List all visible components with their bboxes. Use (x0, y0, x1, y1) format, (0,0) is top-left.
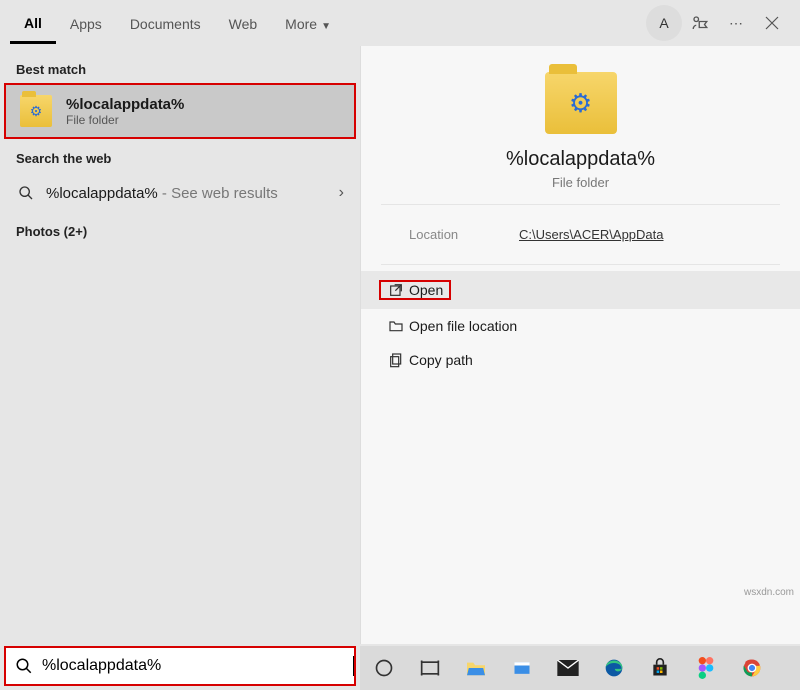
search-icon (6, 657, 42, 675)
tab-apps[interactable]: Apps (56, 4, 116, 42)
taskview-icon[interactable] (416, 654, 444, 682)
action-open[interactable]: Open (361, 271, 800, 309)
results-panel: Best match ⚙ %localappdata% File folder … (0, 46, 360, 644)
photos-label: Photos (2+) (0, 214, 360, 245)
action-open-label: Open (409, 282, 443, 298)
chevron-right-icon: › (339, 184, 344, 202)
best-match-label: Best match (0, 52, 360, 83)
search-box[interactable] (4, 646, 356, 686)
preview-title: %localappdata% (381, 148, 780, 171)
tab-web[interactable]: Web (215, 4, 272, 42)
best-match-subtitle: File folder (66, 113, 184, 127)
copy-icon (383, 352, 409, 368)
folder-settings-icon: ⚙ (20, 95, 52, 127)
mail-icon[interactable] (554, 654, 582, 682)
preview-subtitle: File folder (381, 175, 780, 190)
location-value[interactable]: C:\Users\ACER\AppData (519, 227, 664, 242)
location-label: Location (409, 227, 519, 242)
open-icon (383, 282, 409, 298)
web-result-item[interactable]: %localappdata% - See web results › (0, 172, 360, 214)
chrome-icon[interactable] (738, 654, 766, 682)
search-input[interactable] (42, 657, 355, 675)
tab-all[interactable]: All (10, 3, 56, 44)
web-term: %localappdata% (46, 185, 158, 202)
action-open-location-label: Open file location (409, 318, 517, 334)
watermark: wsxdn.com (744, 587, 794, 598)
preview-panel: ⚙ %localappdata% File folder Location C:… (360, 46, 800, 644)
tab-documents[interactable]: Documents (116, 4, 215, 42)
search-web-label: Search the web (0, 141, 360, 172)
close-icon[interactable] (754, 5, 790, 41)
file-explorer-icon[interactable] (462, 654, 490, 682)
best-match-item[interactable]: ⚙ %localappdata% File folder (4, 83, 356, 139)
feedback-icon[interactable] (682, 5, 718, 41)
folder-settings-icon: ⚙ (545, 72, 617, 134)
edge-icon[interactable] (600, 654, 628, 682)
search-tabs: All Apps Documents Web More▼ A ⋯ (0, 0, 800, 46)
cortana-icon[interactable] (370, 654, 398, 682)
chevron-down-icon: ▼ (321, 21, 331, 32)
action-copy-path-label: Copy path (409, 352, 473, 368)
figma-icon[interactable] (692, 654, 720, 682)
web-suffix: - See web results (158, 185, 278, 202)
taskbar (360, 646, 800, 690)
tab-more[interactable]: More▼ (271, 4, 345, 42)
search-icon (16, 185, 36, 201)
action-copy-path[interactable]: Copy path (361, 343, 800, 377)
action-open-location[interactable]: Open file location (361, 309, 800, 343)
best-match-title: %localappdata% (66, 96, 184, 113)
avatar[interactable]: A (646, 5, 682, 41)
app-icon[interactable] (508, 654, 536, 682)
store-icon[interactable] (646, 654, 674, 682)
more-icon[interactable]: ⋯ (718, 5, 754, 41)
folder-icon (383, 318, 409, 334)
